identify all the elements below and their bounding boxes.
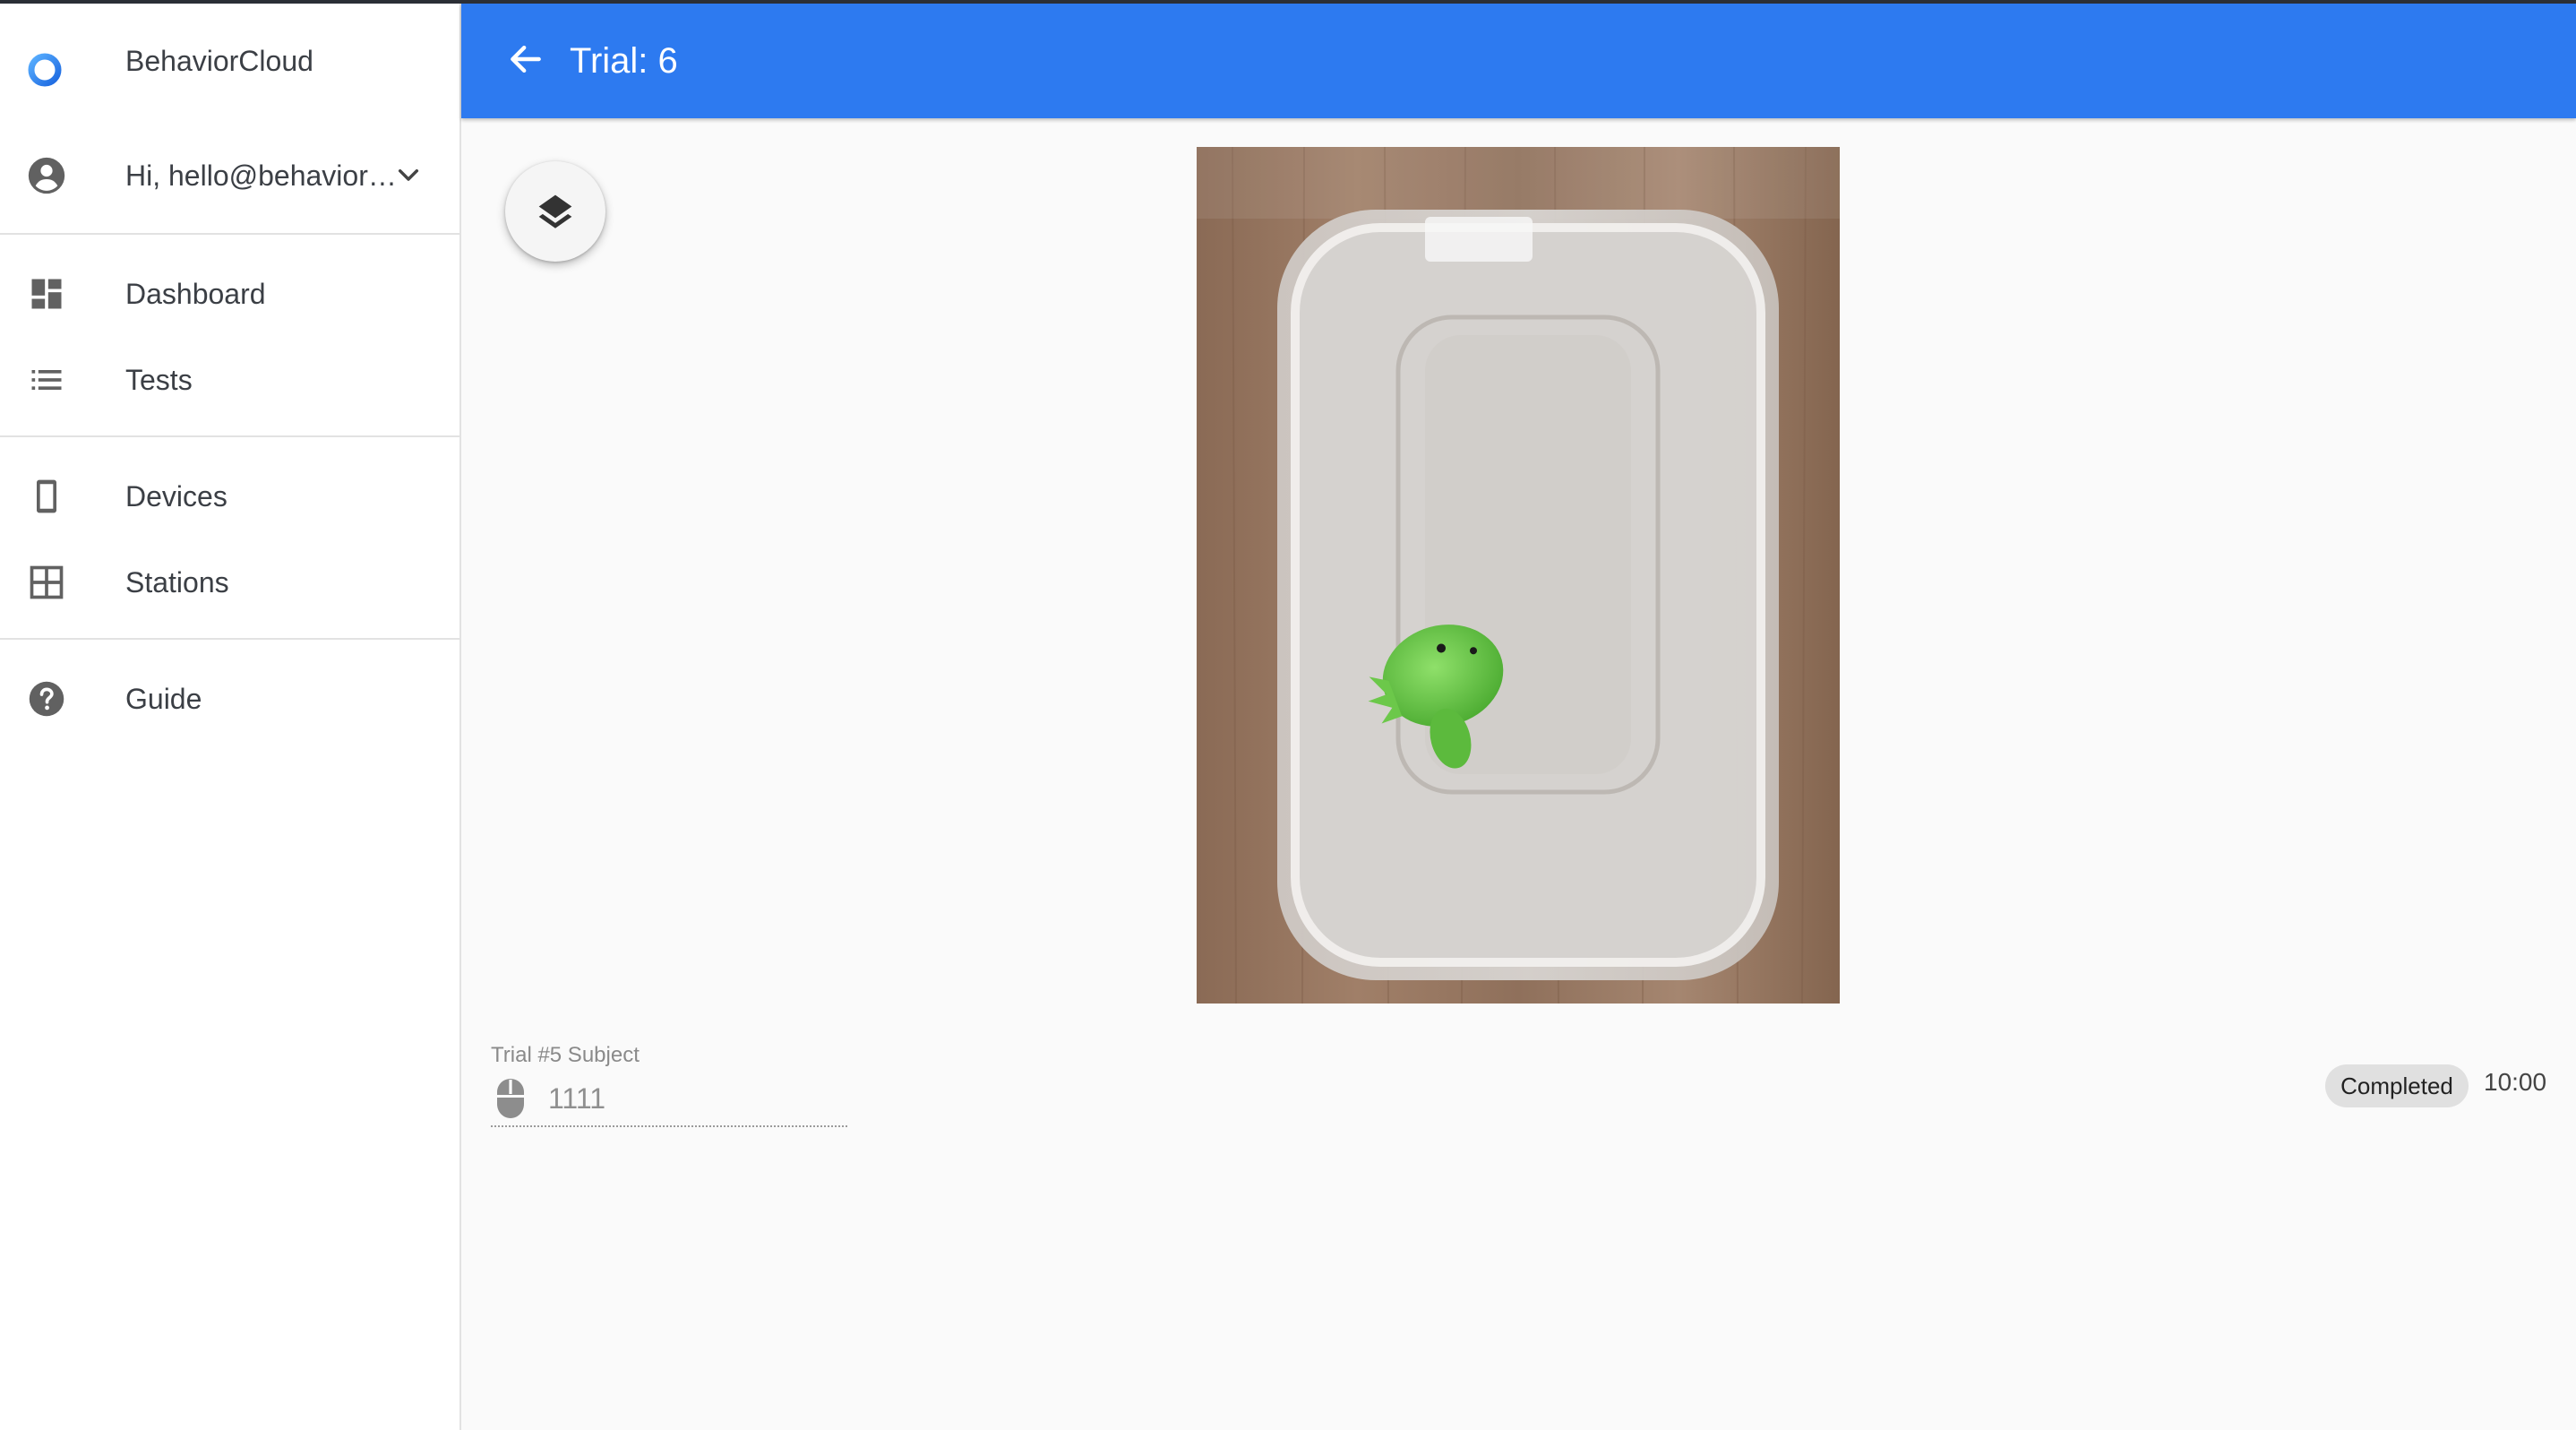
video-frame-image	[1197, 147, 1840, 1004]
sidebar-item-label: Devices	[125, 480, 228, 513]
trial-video[interactable]	[1197, 147, 1840, 1004]
window-top-edge	[0, 0, 2576, 4]
sidebar-divider	[0, 233, 461, 235]
page-title: Trial: 6	[570, 41, 678, 81]
brand[interactable]: BehaviorCloud	[0, 4, 461, 118]
chevron-down-icon[interactable]	[394, 161, 423, 190]
sidebar-divider	[0, 638, 461, 640]
subject-field[interactable]: Trial #5 Subject 1111	[491, 1039, 847, 1129]
arrow-back-icon[interactable]	[506, 39, 545, 79]
help-icon	[29, 681, 64, 717]
layers-icon	[538, 194, 572, 228]
sidebar-item-tests[interactable]: Tests	[0, 337, 461, 423]
user-greeting: Hi, hello@behavior…	[125, 159, 397, 192]
sidebar-item-label: Dashboard	[125, 278, 266, 310]
mouse-icon	[497, 1079, 524, 1118]
sidebar-item-label: Guide	[125, 683, 202, 715]
sidebar-item-guide[interactable]: Guide	[0, 656, 461, 742]
sidebar-item-dashboard[interactable]: Dashboard	[0, 251, 461, 337]
app-name: BehaviorCloud	[125, 45, 313, 77]
behaviorcloud-logo-icon	[25, 30, 62, 87]
sidebar-item-label: Stations	[125, 566, 229, 599]
sidebar-item-stations[interactable]: Stations	[0, 539, 461, 625]
trial-duration: 10:00	[2484, 1068, 2547, 1096]
subject-field-underline	[491, 1125, 847, 1127]
app-bar: Trial: 6	[461, 4, 2576, 118]
sidebar-item-devices[interactable]: Devices	[0, 453, 461, 539]
sidebar-divider	[0, 435, 461, 437]
sidebar: BehaviorCloud Hi, hello@behavior… Dashbo…	[0, 4, 461, 1430]
grid-icon	[30, 565, 64, 599]
subject-field-value: 1111	[548, 1082, 606, 1115]
sidebar-item-label: Tests	[125, 364, 193, 396]
phone-icon	[37, 479, 56, 513]
user-menu[interactable]: Hi, hello@behavior…	[0, 118, 461, 233]
status-badge: Completed	[2325, 1064, 2469, 1107]
list-icon	[31, 370, 62, 390]
dashboard-icon	[31, 279, 62, 309]
layers-button[interactable]	[505, 161, 605, 262]
account-circle-icon	[28, 157, 65, 194]
subject-field-label: Trial #5 Subject	[491, 1043, 640, 1067]
